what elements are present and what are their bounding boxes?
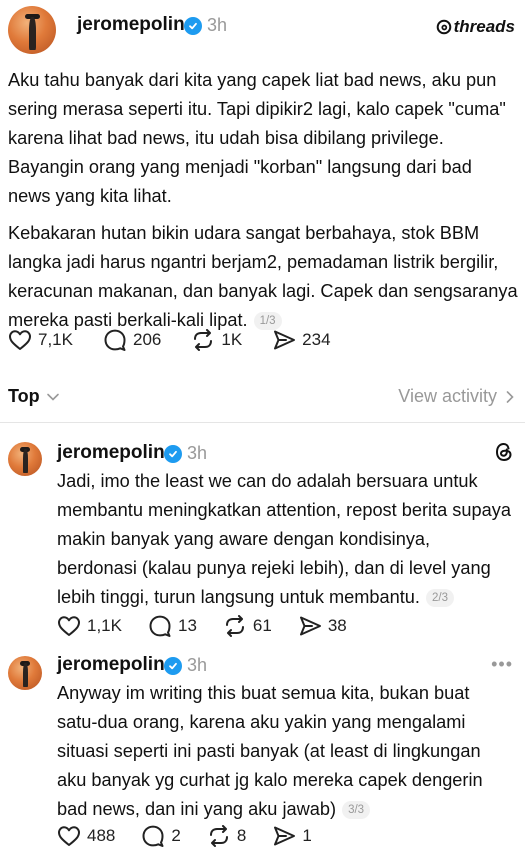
share-count: 234: [302, 330, 331, 349]
reply-count: 206: [132, 330, 162, 349]
repost-button[interactable]: 1K: [191, 329, 242, 351]
repost-icon: [225, 615, 244, 637]
share-count: 1: [302, 826, 312, 845]
reply-button[interactable]: 13: [148, 615, 197, 637]
view-activity-label: View activity: [398, 386, 497, 406]
username[interactable]: jeromepolin: [77, 14, 185, 36]
comment-icon: [142, 825, 164, 847]
username[interactable]: jeromepolin: [57, 442, 165, 464]
reply-button[interactable]: 206: [103, 329, 161, 351]
reply-post: jeromepolin 3h Jadi, imo the least we ca…: [0, 423, 525, 648]
share-button[interactable]: 234: [272, 329, 331, 351]
like-button[interactable]: 1,1K: [57, 615, 122, 637]
post-time: 3h: [187, 443, 208, 463]
comment-icon: [104, 329, 126, 351]
action-bar: 488 2 8 1: [57, 825, 342, 847]
replies-filter-bar: Top View activity: [0, 380, 525, 414]
action-bar: 1,1K 13 61 38: [57, 615, 377, 637]
reply-text: Anyway im writing this buat semua kita, …: [57, 683, 483, 819]
post-paragraph-1: Aku tahu banyak dari kita yang capek lia…: [8, 70, 506, 206]
reply-count: 13: [177, 616, 197, 635]
chevron-right-icon: [506, 390, 514, 403]
threads-logo: threads: [436, 17, 515, 37]
thread-counter: 2/3: [425, 589, 454, 607]
threads-icon[interactable]: [493, 441, 515, 463]
post-time: 3h: [187, 655, 208, 675]
verified-icon: [164, 445, 182, 463]
threads-icon: [436, 19, 451, 35]
like-button[interactable]: 7,1K: [8, 329, 73, 351]
repost-button[interactable]: 61: [223, 615, 272, 637]
reply-button[interactable]: 2: [141, 825, 181, 847]
send-icon: [299, 616, 321, 636]
threads-wordmark: threads: [453, 17, 515, 36]
repost-count: 61: [252, 616, 272, 635]
repost-count: 8: [236, 826, 247, 845]
chevron-down-icon: [46, 393, 59, 401]
main-post: jeromepolin 3h threads Aku tahu banyak d…: [0, 0, 525, 370]
username[interactable]: jeromepolin: [57, 654, 165, 676]
thread-counter: 1/3: [253, 312, 282, 330]
like-count: 488: [87, 826, 116, 845]
heart-icon: [58, 616, 80, 636]
verified-icon: [164, 657, 182, 675]
repost-icon: [209, 825, 228, 847]
share-button[interactable]: 38: [298, 615, 347, 637]
send-icon: [274, 826, 296, 846]
thread-counter: 3/3: [342, 801, 371, 819]
share-button[interactable]: 1: [272, 825, 312, 847]
verified-icon: [184, 17, 202, 35]
reply-count: 2: [171, 826, 181, 845]
view-activity-link[interactable]: View activity: [398, 386, 515, 407]
heart-icon: [58, 826, 80, 846]
post-text: Aku tahu banyak dari kita yang capek lia…: [8, 66, 518, 335]
post-time: 3h: [207, 15, 228, 35]
avatar[interactable]: [8, 656, 42, 690]
more-options-icon[interactable]: •••: [491, 654, 513, 675]
send-icon: [274, 330, 296, 350]
like-button[interactable]: 488: [57, 825, 115, 847]
share-count: 38: [327, 616, 347, 635]
post-paragraph-2: Kebakaran hutan bikin udara sangat berba…: [8, 223, 518, 330]
action-bar: 7,1K 206 1K 234: [8, 329, 361, 351]
avatar[interactable]: [8, 6, 56, 54]
heart-icon: [9, 330, 31, 350]
repost-icon: [194, 329, 213, 351]
like-count: 1,1K: [87, 616, 122, 635]
sort-label: Top: [8, 386, 40, 406]
avatar[interactable]: [8, 442, 42, 476]
reply-post: jeromepolin 3h ••• Anyway im writing thi…: [0, 648, 525, 856]
comment-icon: [149, 615, 171, 637]
repost-button[interactable]: 8: [207, 825, 246, 847]
sort-dropdown[interactable]: Top: [8, 386, 60, 407]
repost-count: 1K: [221, 330, 243, 349]
reply-text: Jadi, imo the least we can do adalah ber…: [57, 471, 511, 607]
like-count: 7,1K: [38, 330, 73, 349]
